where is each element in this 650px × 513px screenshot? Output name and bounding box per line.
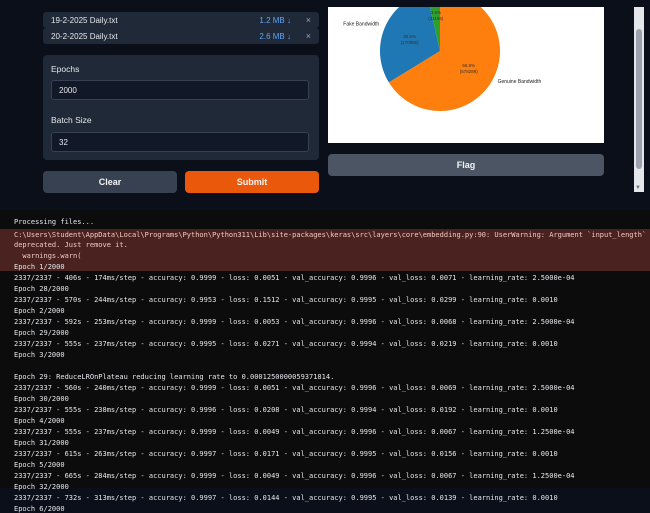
log-line: 2337/2337 - 555s - 237ms/step - accuracy… — [14, 340, 558, 348]
file-row-1[interactable]: 19-2-2025 Daily.txt 1.2 MB ↓ × — [43, 12, 319, 28]
log-line: 2337/2337 - 560s - 240ms/step - accuracy… — [14, 384, 575, 392]
log-line: 2337/2337 - 615s - 263ms/step - accuracy… — [14, 450, 558, 458]
warning-block: C:\Users\Student\AppData\Local\Programs\… — [0, 229, 650, 271]
console-output: Processing files... C:\Users\Student\App… — [0, 210, 650, 513]
scroll-down-arrow-icon[interactable]: ▼ — [635, 185, 641, 191]
pie-slice-label: (170956) — [401, 40, 420, 45]
file-row-2[interactable]: 20-2-2025 Daily.txt 2.6 MB ↓ × — [43, 28, 319, 44]
pie-category-label: Genuine Bandwidth — [498, 79, 542, 85]
batch-size-label: Batch Size — [51, 115, 92, 125]
file-name: 20-2-2025 Daily.txt — [51, 32, 118, 41]
pie-slice-label: 30.5% — [403, 34, 416, 39]
log-line: 2337/2337 - 570s - 244ms/step - accuracy… — [14, 296, 558, 304]
pie-category-label: Fake Bandwidth — [343, 21, 379, 27]
epochs-label: Epochs — [51, 64, 80, 74]
file-size-download[interactable]: 1.2 MB ↓ — [259, 16, 291, 25]
epochs-input[interactable]: 2000 — [51, 80, 309, 100]
scrollbar-thumb[interactable] — [636, 29, 642, 169]
log-line: Epoch 1/2000 — [14, 263, 65, 271]
log-line: Epoch 29: ReduceLROnPlateau reducing lea… — [14, 373, 335, 381]
clear-button[interactable]: Clear — [43, 171, 177, 193]
remove-file-icon[interactable]: × — [306, 15, 311, 25]
log-line: 2337/2337 - 732s - 313ms/step - accuracy… — [14, 494, 558, 502]
epochs-value: 2000 — [59, 86, 77, 95]
batch-size-input[interactable]: 32 — [51, 132, 309, 152]
log-line: Epoch 31/2000 — [14, 439, 69, 447]
log-line: Epoch 30/2000 — [14, 395, 69, 403]
log-line: Epoch 28/2000 — [14, 285, 69, 293]
parameters-panel: Epochs 2000 Batch Size 32 — [43, 55, 319, 160]
pie-slice-label: (578289) — [460, 69, 479, 74]
log-line: Epoch 6/2000 — [14, 505, 65, 513]
file-name: 19-2-2025 Daily.txt — [51, 16, 118, 25]
log-line: Epoch 2/2000 — [14, 307, 65, 315]
pie-chart: 66.9%(578289) Genuine Bandwidth 30.5%(1709… — [343, 0, 542, 111]
log-line: 2337/2337 - 665s - 284ms/step - accuracy… — [14, 472, 575, 480]
log-line: 2337/2337 - 555s - 238ms/step - accuracy… — [14, 406, 558, 414]
log-line: Epoch 29/2000 — [14, 329, 69, 337]
pie-slice-label: 3.6% — [431, 10, 441, 15]
log-line: 2337/2337 - 406s - 174ms/step - accuracy… — [14, 274, 575, 282]
warning-line: warnings.warn( — [14, 252, 82, 260]
pie-slice-label: (31186) — [428, 16, 444, 21]
log-line: Epoch 3/2000 — [14, 351, 65, 359]
pie-slice-label: 66.9% — [462, 63, 475, 68]
log-line: 2337/2337 - 555s - 237ms/step - accuracy… — [14, 428, 575, 436]
scrollbar[interactable]: ▼ — [634, 7, 644, 192]
warning-line: C:\Users\Student\AppData\Local\Programs\… — [14, 231, 650, 239]
flag-button[interactable]: Flag — [328, 154, 604, 176]
log-line: Epoch 32/2000 — [14, 483, 69, 491]
remove-file-icon[interactable]: × — [306, 31, 311, 41]
processing-line: Processing files... — [14, 218, 95, 226]
log-line: 2337/2337 - 592s - 253ms/step - accuracy… — [14, 318, 575, 326]
app-panel: 19-2-2025 Daily.txt 1.2 MB ↓ × 20-2-2025… — [0, 0, 650, 210]
log-line: Epoch 5/2000 — [14, 461, 65, 469]
batch-size-value: 32 — [59, 138, 68, 147]
pie-chart-panel: 66.9% (578289) Genuine Bandwidth 30.5% (1709… — [328, 0, 604, 143]
submit-button[interactable]: Submit — [185, 171, 319, 193]
log-line: Epoch 4/2000 — [14, 417, 65, 425]
warning-line: deprecated. Just remove it. — [14, 241, 128, 249]
file-size-download[interactable]: 2.6 MB ↓ — [259, 32, 291, 41]
